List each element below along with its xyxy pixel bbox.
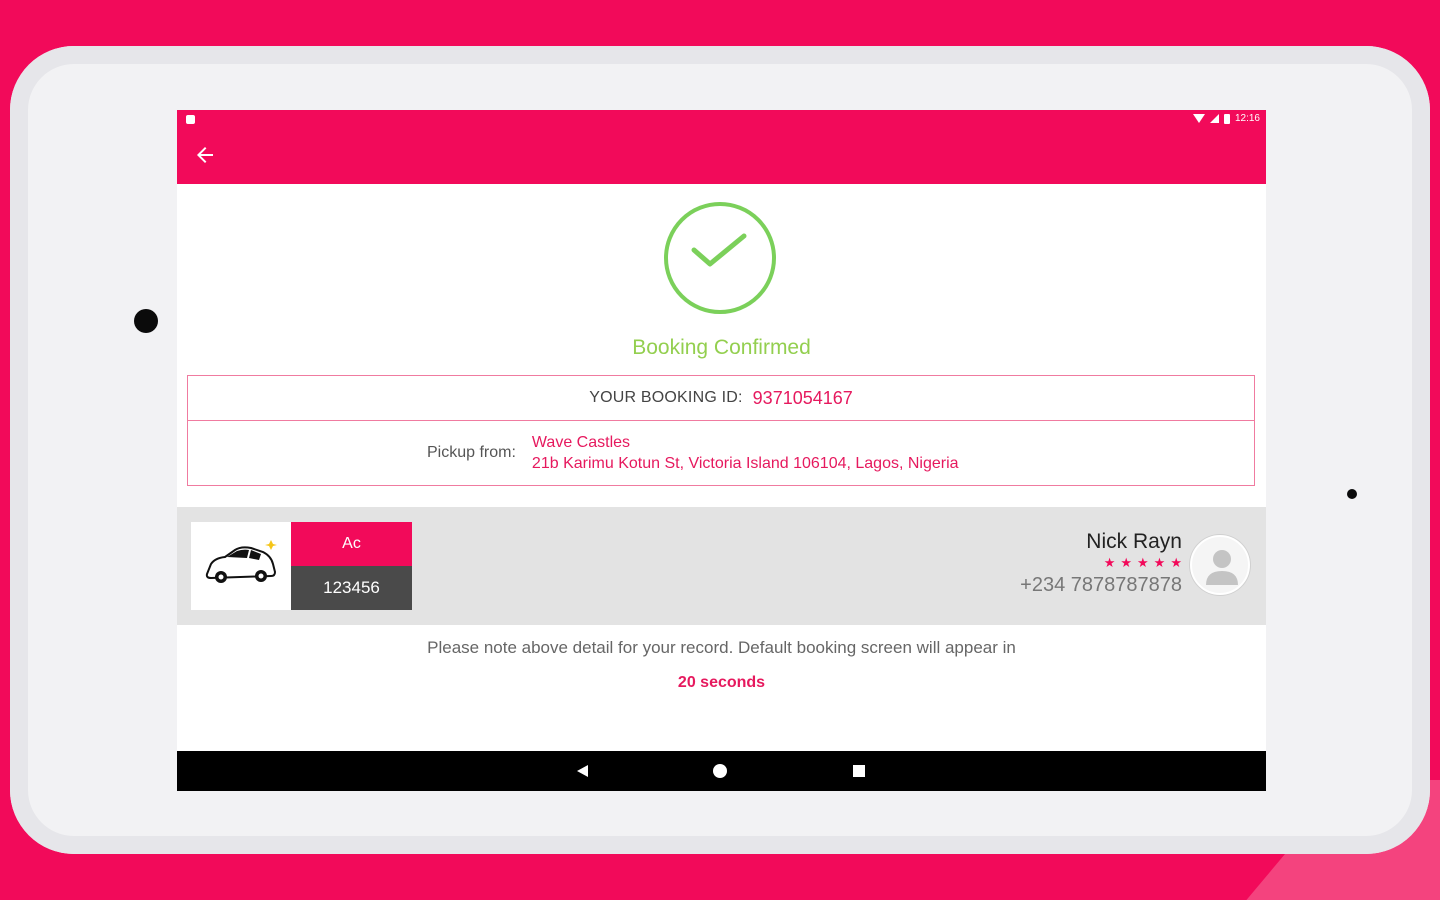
driver-name: Nick Rayn — [1086, 530, 1182, 553]
check-icon — [691, 233, 747, 267]
status-icons: 12:16 — [1192, 113, 1260, 124]
car-plate-badge: 123456 — [291, 566, 412, 610]
car-image — [191, 522, 291, 610]
back-arrow-icon[interactable] — [193, 143, 217, 167]
record-note: Please note above detail for your record… — [427, 638, 1016, 657]
pickup-address: 21b Karimu Kotun St, Victoria Island 106… — [531, 454, 959, 472]
camera-dot — [134, 309, 158, 333]
user-icon — [1206, 550, 1238, 585]
booking-id-label: YOUR BOOKING ID: — [589, 389, 743, 406]
nav-recents-icon[interactable] — [853, 765, 865, 777]
booking-details-box: YOUR BOOKING ID: 9371054167 Pickup from:… — [187, 375, 1255, 486]
booking-confirmed-title: Booking Confirmed — [632, 336, 811, 359]
app-screen: 12:16 Booking Confirmed YOUR BOOKING ID:… — [177, 110, 1266, 791]
driver-avatar — [1190, 535, 1250, 595]
driver-panel: Ac 123456 Nick Rayn ★★★★★ +234 787878787… — [177, 507, 1266, 625]
nav-home-icon[interactable] — [713, 764, 727, 778]
status-bar: 12:16 — [177, 110, 1266, 130]
nav-back-icon[interactable] — [577, 765, 588, 777]
signal-icon — [1209, 114, 1219, 123]
battery-icon — [1223, 113, 1230, 124]
app-bar — [177, 130, 1266, 184]
booking-id-row: YOUR BOOKING ID: 9371054167 — [188, 376, 1254, 421]
booking-id-value: 9371054167 — [752, 387, 853, 408]
status-time: 12:16 — [1234, 113, 1260, 124]
car-icon — [205, 540, 277, 583]
driver-rating-stars: ★★★★★ — [1103, 555, 1187, 570]
driver-info: Nick Rayn ★★★★★ +234 7878787878 — [1020, 530, 1182, 597]
sensor-dot — [1347, 489, 1357, 499]
pickup-label: Pickup from: — [427, 444, 516, 461]
car-type-badge: Ac — [291, 522, 412, 566]
success-check-badge — [664, 202, 776, 314]
wifi-icon — [1192, 114, 1205, 123]
notification-icon — [186, 115, 195, 124]
pickup-row: Pickup from: Wave Castles 21b Karimu Kot… — [188, 421, 1254, 485]
pickup-location: Wave Castles 21b Karimu Kotun St, Victor… — [532, 434, 959, 473]
pickup-place-name: Wave Castles — [531, 433, 631, 451]
system-nav-bar — [177, 751, 1266, 791]
driver-phone[interactable]: +234 7878787878 — [1020, 574, 1182, 597]
countdown-timer: 20 seconds — [677, 674, 766, 691]
